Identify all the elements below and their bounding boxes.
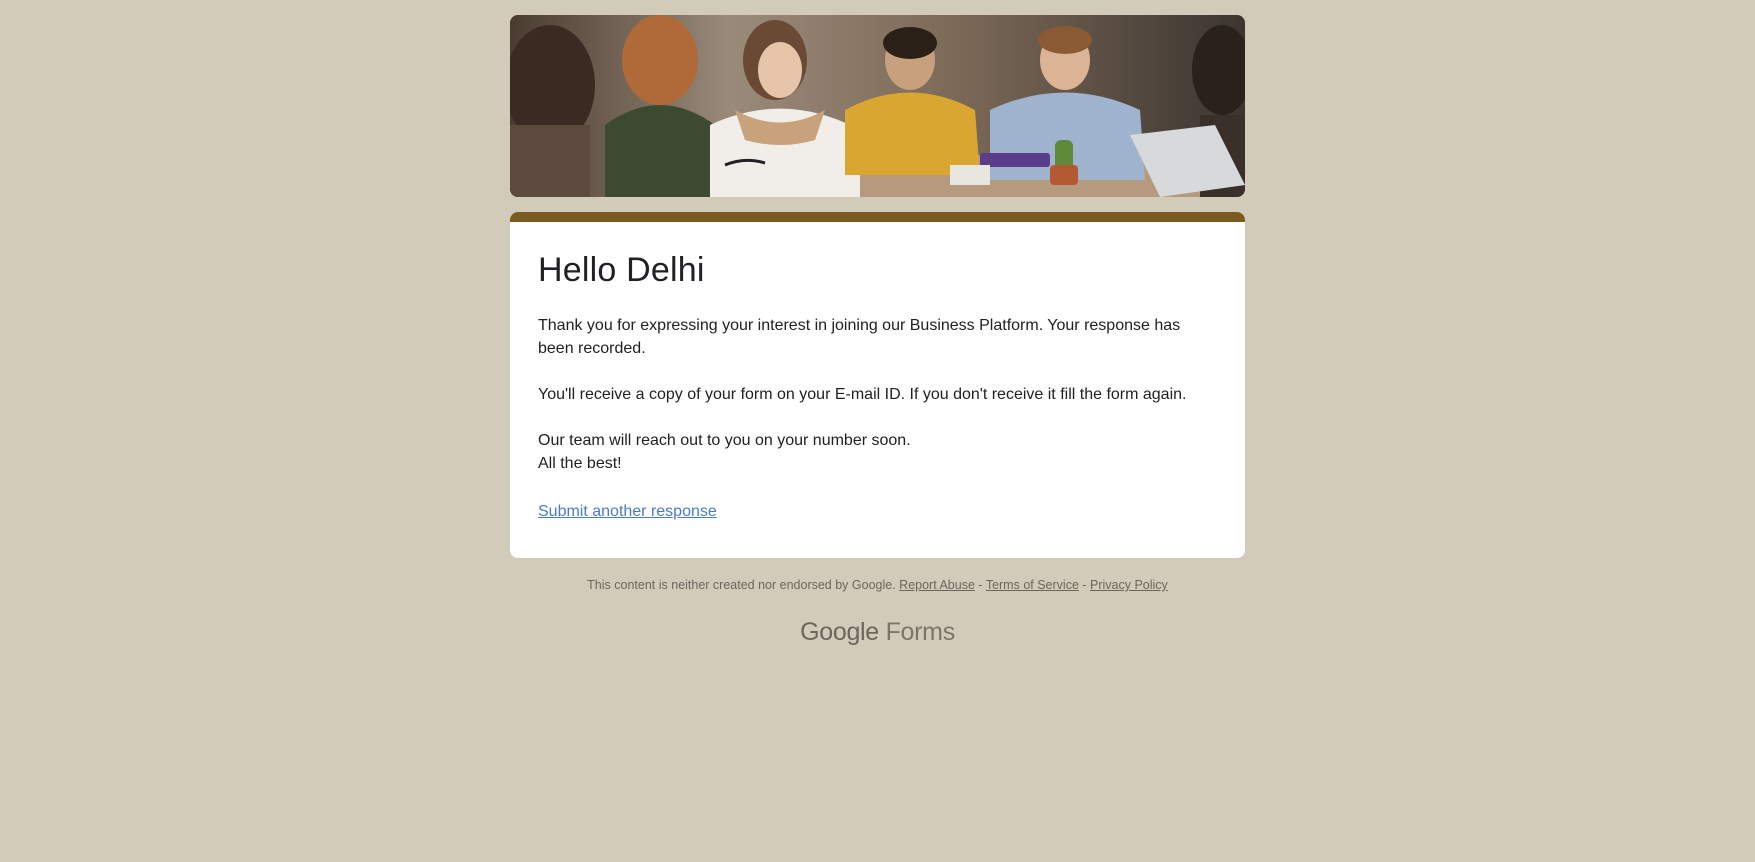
forms-wordmark: Forms bbox=[885, 618, 956, 646]
confirmation-card: Hello Delhi Thank you for expressing you… bbox=[510, 212, 1245, 558]
confirmation-message: Thank you for expressing your interest i… bbox=[538, 317, 1187, 472]
google-forms-logo[interactable]: Google Forms bbox=[510, 618, 1245, 647]
form-title: Hello Delhi bbox=[538, 251, 705, 289]
form-container: Hello Delhi Thank you for expressing you… bbox=[510, 15, 1245, 647]
card-accent-bar bbox=[510, 212, 1245, 222]
footer-disclaimer: This content is neither created nor endo… bbox=[510, 578, 1245, 592]
report-abuse-link[interactable]: Report Abuse bbox=[899, 578, 975, 592]
google-wordmark: Google bbox=[800, 618, 879, 646]
privacy-policy-link[interactable]: Privacy Policy bbox=[1090, 578, 1168, 592]
header-banner-image bbox=[510, 15, 1245, 197]
footer-separator: - bbox=[974, 578, 986, 592]
submit-another-response-link[interactable]: Submit another response bbox=[538, 503, 717, 521]
terms-of-service-link[interactable]: Terms of Service bbox=[986, 578, 1079, 592]
disclaimer-text: This content is neither created nor endo… bbox=[587, 578, 896, 592]
footer-separator: - bbox=[1078, 578, 1091, 592]
